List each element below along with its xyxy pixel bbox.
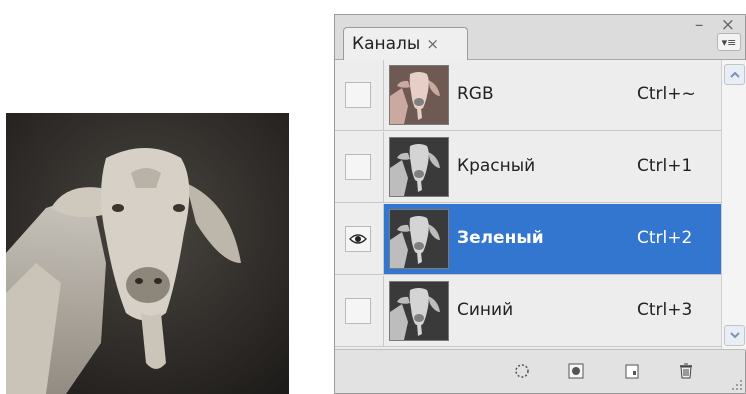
channel-thumbnail (389, 209, 449, 269)
delete-channel-button[interactable] (675, 360, 697, 382)
eye-icon (349, 234, 367, 244)
channel-row[interactable]: RGB Ctrl+~ (335, 60, 721, 131)
channel-shortcut: Ctrl+3 (637, 300, 693, 320)
visibility-toggle[interactable] (345, 226, 371, 252)
preview-image (6, 113, 289, 394)
new-channel-icon (625, 364, 639, 379)
panel-tab-bar: Каналы × – × ▾≡ (335, 15, 745, 60)
load-selection-button[interactable] (511, 360, 533, 382)
tab-label: Каналы (352, 34, 421, 54)
panel-footer (335, 349, 745, 393)
visibility-cell (335, 60, 384, 130)
visibility-toggle[interactable] (345, 154, 371, 180)
panel-menu-button[interactable]: ▾≡ (717, 33, 741, 51)
close-icon[interactable]: × (426, 35, 439, 53)
channel-shortcut: Ctrl+2 (637, 228, 693, 248)
channel-name: Синий (457, 300, 514, 320)
channel-thumbnail (389, 281, 449, 341)
channels-panel: Каналы × – × ▾≡ RGB Ctrl+~ Красный Ctrl+1 Зе… (334, 14, 746, 394)
scrollbar[interactable] (721, 60, 746, 350)
trash-icon (680, 363, 692, 379)
channel-thumbnail (389, 65, 449, 125)
channel-name: RGB (457, 84, 494, 104)
save-selection-icon (568, 363, 584, 379)
channel-row[interactable]: Красный Ctrl+1 (335, 132, 721, 203)
visibility-toggle[interactable] (345, 82, 371, 108)
window-buttons[interactable]: – × (695, 15, 741, 35)
visibility-cell (335, 204, 384, 274)
channel-shortcut: Ctrl+~ (637, 84, 696, 104)
channel-list: RGB Ctrl+~ Красный Ctrl+1 Зеленый Ctrl+2 Синий… (335, 60, 721, 350)
scroll-down-button[interactable] (724, 325, 745, 346)
load-selection-icon (515, 364, 529, 378)
visibility-cell (335, 276, 384, 346)
channel-shortcut: Ctrl+1 (637, 156, 693, 176)
tab-channels[interactable]: Каналы × (343, 27, 468, 60)
scroll-up-button[interactable] (724, 64, 745, 85)
channel-thumbnail (389, 137, 449, 197)
new-channel-button[interactable] (621, 360, 643, 382)
channel-name: Зеленый (457, 228, 544, 248)
chevron-down-icon (729, 332, 740, 339)
visibility-cell (335, 132, 384, 202)
channel-name: Красный (457, 156, 536, 176)
resize-grip-icon[interactable] (731, 379, 743, 391)
save-selection-button[interactable] (565, 360, 587, 382)
channel-row[interactable]: Зеленый Ctrl+2 (335, 204, 721, 275)
visibility-toggle[interactable] (345, 298, 371, 324)
chevron-up-icon (729, 71, 740, 78)
channel-row[interactable]: Синий Ctrl+3 (335, 276, 721, 347)
